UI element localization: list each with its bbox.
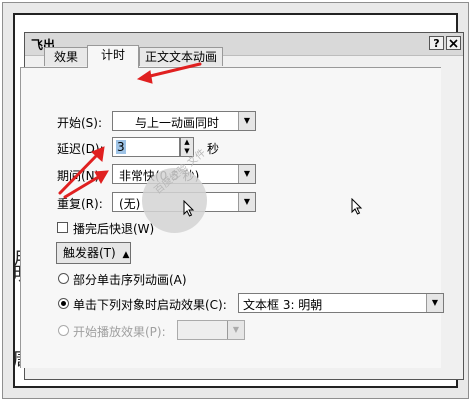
tab-text-animation[interactable]: 正文文本动画: [139, 47, 223, 66]
mouse-pointer-icon: [183, 200, 195, 217]
chevron-down-icon: ▼: [227, 321, 244, 339]
rewind-label[interactable]: 播完后快退(W): [73, 220, 154, 237]
chevron-down-icon: ▼: [238, 112, 255, 130]
repeat-value: (无): [119, 197, 141, 211]
help-button[interactable]: ?: [429, 36, 444, 50]
radio-play-effect[interactable]: [58, 325, 69, 336]
click-sequence-label[interactable]: 部分单击序列动画(A): [73, 271, 187, 288]
start-value: 与上一动画同时: [135, 116, 220, 130]
tab-effect[interactable]: 效果: [44, 47, 88, 66]
spin-up-icon[interactable]: ▲: [181, 138, 193, 147]
collapse-arrow-icon: ▲: [122, 250, 130, 260]
rewind-checkbox[interactable]: [57, 222, 68, 233]
repeat-label: 重复(R):: [57, 197, 103, 211]
delay-input[interactable]: 3: [112, 137, 180, 157]
start-select[interactable]: 与上一动画同时 ▼: [112, 111, 256, 131]
chevron-down-icon: ▼: [426, 294, 443, 312]
radio-click-sequence[interactable]: [58, 273, 69, 284]
chevron-down-icon: ▼: [238, 193, 255, 211]
radio-click-object[interactable]: [58, 298, 69, 309]
triggers-button-label: 触发器(T): [63, 246, 116, 260]
chevron-down-icon: ▼: [238, 165, 255, 183]
delay-unit: 秒: [207, 142, 220, 156]
duration-label: 期间(N):: [57, 169, 104, 183]
click-object-label[interactable]: 单击下列对象时启动效果(C):: [73, 296, 227, 313]
close-icon: [449, 39, 458, 48]
tab-timing[interactable]: 计时: [87, 45, 139, 68]
start-label: 开始(S):: [57, 116, 103, 130]
delay-label: 延迟(D):: [57, 142, 104, 156]
delay-value: 3: [116, 140, 126, 154]
close-button[interactable]: [446, 36, 461, 50]
object-value: 文本框 3: 明朝: [243, 298, 323, 312]
object-select[interactable]: 文本框 3: 明朝 ▼: [238, 293, 444, 313]
play-effect-select[interactable]: ▼: [177, 320, 245, 340]
mouse-pointer-icon: [351, 198, 363, 215]
play-effect-label: 开始播放效果(P):: [73, 325, 166, 339]
triggers-button[interactable]: 触发器(T) ▲: [56, 242, 131, 264]
